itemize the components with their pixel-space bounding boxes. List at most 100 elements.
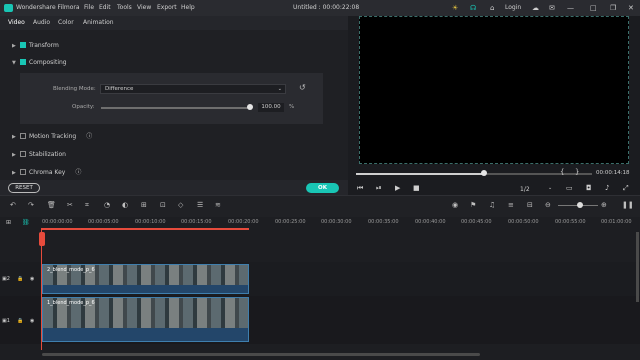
pause-icon[interactable]: ❚❚ — [622, 201, 634, 209]
stabilization-section[interactable]: ▶ Stabilization — [12, 151, 66, 159]
tab-color[interactable]: Color — [58, 16, 74, 30]
property-tabs: Video Audio Color Animation — [0, 16, 348, 31]
volume-icon[interactable]: ♪ — [605, 184, 609, 193]
help-icon[interactable]: ⓘ — [86, 133, 92, 140]
freeze-icon[interactable]: ⊡ — [160, 201, 166, 209]
chevron-down-icon: ⌄ — [277, 86, 282, 92]
render-icon[interactable]: ◉ — [452, 201, 458, 209]
motion-tracking-section[interactable]: ▶ Motion Tracking ⓘ — [12, 133, 92, 141]
menu-view[interactable]: View — [137, 0, 151, 16]
redo-icon[interactable]: ↷ — [28, 201, 34, 209]
eye-icon[interactable]: ◉ — [30, 318, 34, 324]
chevron-right-icon: ▶ — [12, 134, 16, 140]
close-icon[interactable]: ✕ — [628, 0, 634, 16]
video-clip-1[interactable]: 1_blend_mode_p_6 — [42, 297, 249, 342]
help-icon[interactable]: ⓘ — [75, 169, 81, 176]
chevron-down-icon[interactable]: ⌄ — [548, 184, 552, 193]
restore-icon[interactable]: ❐ — [610, 0, 616, 16]
tab-animation[interactable]: Animation — [83, 16, 114, 30]
play-icon[interactable]: ▶ — [395, 184, 400, 193]
stabilization-checkbox[interactable] — [20, 151, 26, 157]
menu-file[interactable]: File — [84, 0, 94, 16]
stabilization-label: Stabilization — [29, 151, 66, 158]
crop-icon[interactable]: ⌗ — [85, 201, 89, 210]
opacity-slider-handle[interactable] — [247, 104, 253, 110]
zoom-out-icon[interactable]: ⊖ — [545, 201, 551, 209]
blending-mode-select[interactable]: Difference ⌄ — [100, 84, 286, 94]
transform-checkbox[interactable] — [20, 42, 26, 48]
play-reverse-icon[interactable]: ⏯ — [376, 184, 382, 193]
motion-tracking-checkbox[interactable] — [20, 133, 26, 139]
cloud-icon[interactable]: ☁ — [532, 0, 539, 16]
compositing-box — [20, 73, 323, 124]
audio-waveform-icon[interactable]: ≋ — [215, 201, 221, 209]
playhead[interactable] — [41, 228, 42, 350]
reset-blend-icon[interactable]: ↺ — [299, 83, 306, 92]
playback-progress-handle[interactable] — [481, 170, 487, 176]
transform-section[interactable]: ▶ Transform — [12, 42, 59, 50]
playback-quality-select[interactable]: 1/2 — [520, 185, 530, 194]
lock-icon[interactable]: 🔒 — [17, 276, 23, 282]
menu-edit[interactable]: Edit — [99, 0, 111, 16]
vertical-scrollbar[interactable] — [636, 232, 639, 302]
lock-icon[interactable]: 🔒 — [17, 318, 23, 324]
project-title: Untitled : 00:00:22:08 — [293, 4, 360, 11]
monitor-icon[interactable]: ▭ — [566, 184, 573, 193]
minimize-icon[interactable]: — — [567, 0, 574, 16]
mark-out-icon[interactable]: } — [575, 168, 579, 177]
eye-icon[interactable]: ◉ — [30, 276, 34, 282]
gift-icon[interactable]: ⌂ — [490, 0, 494, 16]
zoom-in-icon[interactable]: ⊕ — [601, 201, 607, 209]
opacity-input[interactable]: 100.00 — [258, 103, 284, 112]
compositing-section[interactable]: ▼ Compositing — [12, 59, 67, 67]
ruler-tick: 00:00:00:00 — [42, 219, 73, 225]
chroma-key-checkbox[interactable] — [20, 169, 26, 175]
video-clip-2[interactable]: 2_blend_mode_p_6 — [42, 264, 249, 294]
chroma-key-section[interactable]: ▶ Chroma Key ⓘ — [12, 169, 81, 177]
adjust-icon[interactable]: ☰ — [197, 201, 203, 209]
keyframe-icon[interactable]: ◇ — [178, 201, 183, 209]
split-icon[interactable]: ⊞ — [141, 201, 147, 209]
cut-icon[interactable]: ✂ — [67, 201, 73, 209]
color-icon[interactable]: ◐ — [122, 201, 128, 209]
horizontal-scrollbar[interactable] — [42, 353, 480, 356]
clip-label: 1_blend_mode_p_6 — [47, 300, 95, 306]
preview-canvas[interactable] — [359, 16, 629, 164]
tab-audio[interactable]: Audio — [33, 16, 50, 30]
speed-icon[interactable]: ◔ — [104, 201, 110, 209]
snapshot-icon[interactable]: ◘ — [586, 184, 592, 193]
menu-help[interactable]: Help — [181, 0, 195, 16]
title-bar: Wondershare Filmora File Edit Tools View… — [0, 0, 640, 16]
marker-icon[interactable]: ⚑ — [470, 201, 476, 209]
compositing-checkbox[interactable] — [20, 59, 26, 65]
undo-icon[interactable]: ↶ — [10, 201, 16, 209]
microphone-icon[interactable]: ♫ — [489, 201, 495, 209]
bulb-icon[interactable]: ☀ — [452, 0, 458, 16]
clip-audio-waveform — [43, 285, 248, 293]
opacity-slider[interactable] — [101, 107, 251, 109]
mark-in-icon[interactable]: { — [560, 168, 564, 177]
zoom-slider-handle[interactable] — [577, 202, 583, 208]
app-name: Wondershare Filmora — [16, 4, 80, 11]
previous-frame-icon[interactable]: ⏮ — [357, 184, 363, 193]
headset-icon[interactable]: ☊ — [470, 0, 476, 16]
menu-export[interactable]: Export — [157, 0, 177, 16]
timeline-toolbar — [0, 195, 640, 217]
fullscreen-icon[interactable]: ⤢ — [623, 184, 629, 193]
snap-icon[interactable]: ⊟ — [527, 201, 533, 209]
playhead-handle[interactable] — [39, 232, 45, 246]
stop-icon[interactable]: ■ — [413, 184, 420, 193]
maximize-icon[interactable]: □ — [590, 0, 597, 16]
login-button[interactable]: Login — [505, 0, 521, 16]
link-icon[interactable]: ⛓ — [22, 219, 30, 226]
mail-icon[interactable]: ✉ — [549, 0, 555, 16]
reset-button[interactable]: RESET — [8, 183, 40, 193]
tab-video[interactable]: Video — [8, 16, 25, 31]
add-track-icon[interactable]: ⊞ — [6, 219, 11, 226]
menu-tools[interactable]: Tools — [117, 0, 132, 16]
transform-label: Transform — [29, 42, 59, 49]
delete-icon[interactable]: 🗑 — [47, 201, 56, 209]
ruler-tick: 00:00:25:00 — [275, 219, 306, 225]
ok-button[interactable]: OK — [306, 183, 339, 193]
voiceover-icon[interactable]: ≡ — [508, 201, 514, 209]
